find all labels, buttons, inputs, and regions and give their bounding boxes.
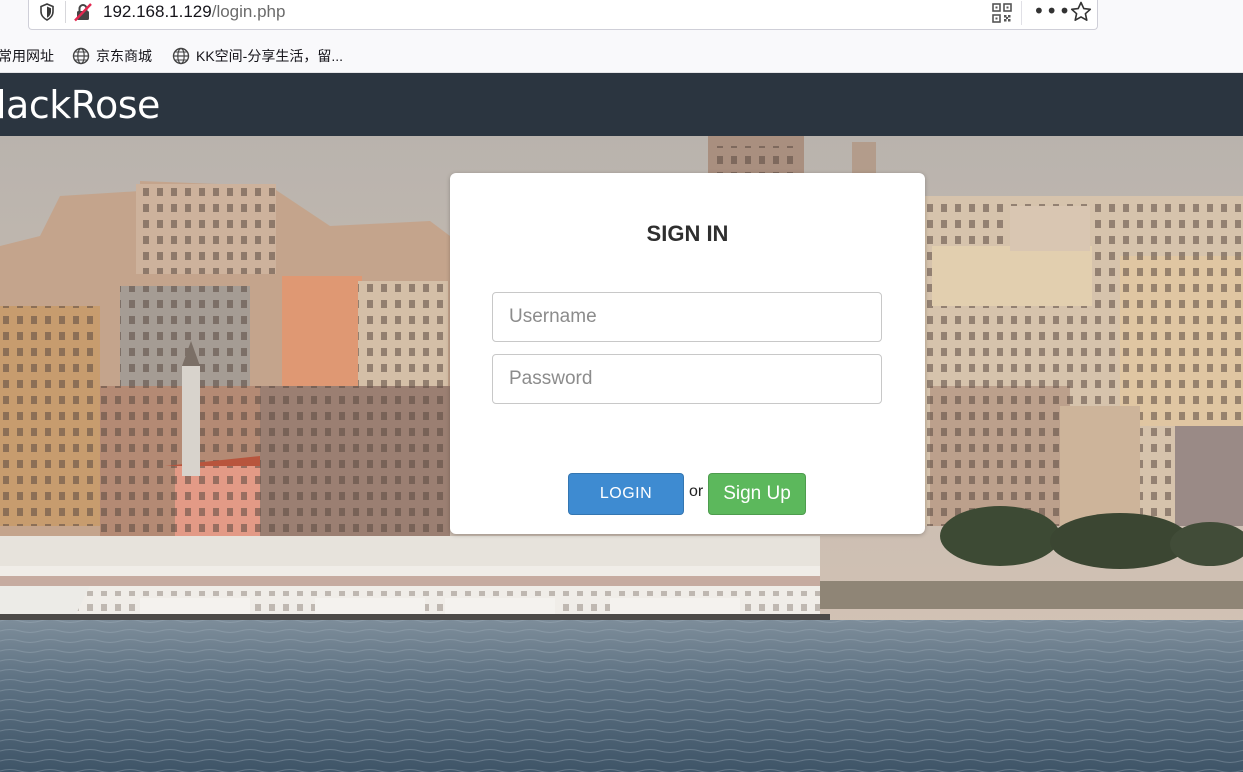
- bookmark-label: KK空间-分享生活，留...: [196, 48, 344, 64]
- bookmark-label: 常用网址: [0, 48, 54, 64]
- or-separator-text: or: [689, 483, 704, 500]
- login-card: SIGN IN LOGIN or Sign Up: [450, 173, 925, 534]
- address-bar[interactable]: 192.168.1.129/login.php •••: [28, 0, 1098, 30]
- password-input[interactable]: [492, 354, 882, 404]
- url-path: /login.php: [211, 2, 286, 21]
- signup-button[interactable]: Sign Up: [708, 473, 806, 515]
- urlbar-separator: [65, 1, 66, 23]
- insecure-lock-icon[interactable]: [73, 2, 93, 22]
- bookmark-item-common-sites[interactable]: 常用网址: [0, 46, 54, 66]
- bookmarks-toolbar: 常用网址 京东商城 KK空间-分享生活，留...: [0, 40, 1243, 73]
- sign-in-title: SIGN IN: [646, 221, 729, 246]
- site-navbar: lackRose: [0, 73, 1243, 136]
- bookmark-item-jd[interactable]: 京东商城: [72, 46, 152, 66]
- url-text[interactable]: 192.168.1.129/login.php: [103, 1, 285, 23]
- globe-icon: [172, 47, 190, 65]
- bookmark-label: 京东商城: [96, 48, 152, 64]
- username-input[interactable]: [492, 292, 882, 342]
- shield-icon[interactable]: [39, 3, 55, 21]
- qr-code-icon[interactable]: [991, 2, 1013, 24]
- brand-logo-text[interactable]: lackRose: [0, 83, 160, 127]
- page-actions-menu-icon[interactable]: •••: [1033, 0, 1071, 23]
- login-button[interactable]: LOGIN: [568, 473, 684, 515]
- browser-toolbar: 192.168.1.129/login.php •••: [0, 0, 1243, 40]
- urlbar-separator-right: [1021, 1, 1022, 25]
- bookmark-item-kk[interactable]: KK空间-分享生活，留...: [172, 46, 343, 66]
- globe-icon: [72, 47, 90, 65]
- bookmark-star-icon[interactable]: [1069, 0, 1093, 24]
- url-host: 192.168.1.129: [103, 2, 212, 21]
